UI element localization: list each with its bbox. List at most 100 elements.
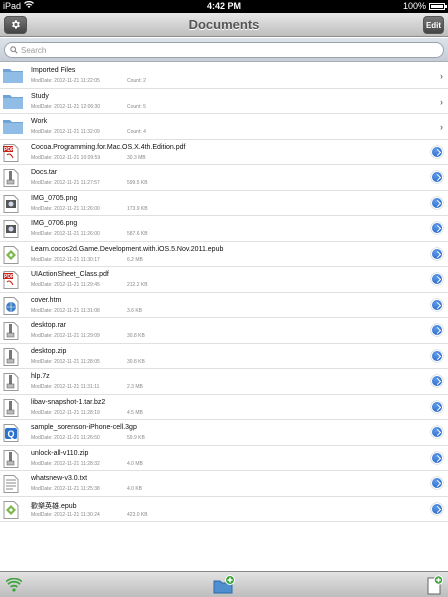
file-row[interactable]: 歡樂英雄.epub ModDate: 2012-11-21 11:30:24 423… [0, 497, 448, 522]
detail-disclosure-icon[interactable] [431, 477, 443, 489]
file-row[interactable]: IMG_0705.png ModDate: 2012-11-21 11:26:00… [0, 191, 448, 216]
file-size: 423.0 KB [127, 511, 148, 518]
detail-disclosure-icon[interactable] [431, 171, 443, 183]
folder-icon [3, 93, 23, 110]
folder-row[interactable]: Study ModDate: 2012-11-21 12:06:30 Count: … [0, 89, 448, 114]
file-row[interactable]: desktop.zip ModDate: 2012-11-21 11:28:05 3… [0, 344, 448, 369]
file-row[interactable]: IMG_0706.png ModDate: 2012-11-21 11:26:00… [0, 216, 448, 242]
file-size: Count: 2 [127, 78, 146, 84]
file-row[interactable]: whatsnew-v3.0.txt ModDate: 2012-11-21 11:… [0, 471, 448, 497]
file-name: hlp.7z [31, 373, 50, 380]
file-size: Count: 5 [127, 103, 146, 110]
new-file-icon[interactable] [427, 575, 444, 595]
file-meta: ModDate: 2012-11-21 11:32:09 Count: 4 [31, 129, 146, 135]
detail-disclosure-icon[interactable] [431, 400, 443, 413]
detail-disclosure-icon[interactable] [431, 502, 443, 515]
detail-disclosure-icon[interactable] [431, 298, 443, 311]
chevron-right-icon: › [440, 122, 443, 132]
folder-row[interactable]: Work ModDate: 2012-11-21 11:32:09 Count: 4… [0, 114, 448, 140]
detail-disclosure-icon[interactable] [431, 324, 443, 336]
folder-icon [3, 118, 23, 135]
modified-date: ModDate: 2012-11-21 11:26:00 [31, 205, 100, 212]
file-size: 599.5 KB [127, 180, 148, 186]
modified-date: ModDate: 2012-11-21 11:31:11 [31, 384, 100, 390]
file-meta: ModDate: 2012-11-21 11:31:11 2.3 MB [31, 384, 143, 390]
file-name: desktop.rar [31, 322, 67, 329]
file-name: Study [31, 92, 49, 100]
video-icon: Q [3, 424, 21, 442]
wifi-icon[interactable] [5, 577, 23, 592]
file-name: IMG_0705.png [31, 194, 78, 202]
file-size: 212.2 KB [127, 282, 148, 288]
archive-icon [3, 322, 21, 340]
search-icon [10, 41, 18, 59]
file-size: 30.3 MB [127, 154, 146, 161]
file-row[interactable]: Qsample_sorenson-iPhone-cell.3gp ModDate:… [0, 420, 448, 446]
modified-date: ModDate: 2012-11-21 11:28:32 [31, 460, 100, 467]
file-meta: ModDate: 2012-11-21 11:27:57 599.5 KB [31, 180, 148, 186]
file-name: IMG_0706.png [31, 220, 78, 227]
chevron-right-icon: › [440, 71, 443, 81]
file-name: Docs.tar [31, 169, 58, 176]
file-size: 6.2 MB [127, 256, 143, 263]
file-name: cover.htm [31, 296, 62, 304]
edit-button[interactable]: Edit [423, 16, 444, 34]
modified-date: ModDate: 2012-11-21 11:26:00 [31, 231, 100, 237]
detail-disclosure-icon[interactable] [431, 247, 443, 260]
modified-date: ModDate: 2012-11-21 11:22:05 [31, 78, 100, 84]
file-list: Imported Files ModDate: 2012-11-21 11:22:… [0, 63, 448, 522]
status-time: 4:42 PM [206, 1, 241, 11]
new-folder-icon[interactable] [213, 575, 235, 595]
modified-date: ModDate: 2012-11-21 12:06:30 [31, 103, 101, 110]
page-title: Documents [188, 17, 260, 32]
file-row[interactable]: unlock-all-v110.zip ModDate: 2012-11-21 1… [0, 446, 448, 471]
detail-disclosure-icon[interactable] [431, 375, 443, 387]
file-row[interactable]: Docs.tar ModDate: 2012-11-21 11:27:57 599.… [0, 165, 448, 191]
file-size: 2.3 MB [127, 384, 143, 390]
image-icon [3, 194, 21, 213]
detail-disclosure-icon[interactable] [431, 222, 443, 234]
svg-text:Q: Q [8, 429, 15, 439]
epub-icon [3, 245, 21, 264]
archive-icon [3, 449, 21, 468]
file-row[interactable]: Learn.cocos2d.Game.Development.with.iOS.… [0, 242, 448, 267]
file-size: 30.8 KB [127, 358, 145, 365]
file-meta: ModDate: 2012-11-21 11:28:32 4.0 MB [31, 460, 143, 467]
file-row[interactable]: libav-snapshot-1.tar.bz2 ModDate: 2012-11… [0, 395, 448, 420]
file-name: Cocoa.Programming.for.Mac.OS.X.4th.Editi… [31, 143, 186, 151]
modified-date: ModDate: 2012-11-21 11:30:17 [31, 256, 100, 263]
file-size: 4.5 MB [127, 409, 143, 416]
detail-disclosure-icon[interactable] [431, 426, 443, 438]
modified-date: ModDate: 2012-11-21 11:29:09 [31, 333, 100, 339]
file-meta: ModDate: 2012-11-21 11:22:05 Count: 2 [31, 78, 146, 84]
detail-disclosure-icon[interactable] [431, 451, 443, 464]
detail-disclosure-icon[interactable] [431, 349, 443, 362]
status-bar: iPad 4:42 PM 100% [0, 0, 448, 13]
file-row[interactable]: hlp.7z ModDate: 2012-11-21 11:31:11 2.3 MB [0, 369, 448, 395]
chevron-right-icon: › [440, 96, 443, 107]
search-input[interactable] [21, 45, 443, 55]
modified-date: ModDate: 2012-11-21 11:28:19 [31, 409, 100, 416]
modified-date: ModDate: 2012-11-21 11:29:45 [31, 282, 100, 288]
detail-disclosure-icon[interactable] [431, 273, 443, 285]
file-row[interactable]: PDF UIActionSheet_Class.pdf ModDate: 2012-… [0, 267, 448, 293]
file-row[interactable]: cover.htm ModDate: 2012-11-21 11:31:08 3.6… [0, 293, 448, 318]
file-meta: ModDate: 2012-11-21 11:29:09 30.8 KB [31, 333, 145, 339]
file-meta: ModDate: 2012-11-21 11:31:08 3.6 KB [31, 308, 142, 314]
folder-row[interactable]: Imported Files ModDate: 2012-11-21 11:22:… [0, 63, 448, 89]
navigation-bar: Documents Edit [0, 13, 448, 37]
file-name: whatsnew-v3.0.txt [31, 475, 88, 482]
file-meta: ModDate: 2012-11-21 11:26:00 587.6 KB [31, 231, 148, 237]
search-field[interactable] [4, 42, 444, 58]
file-size: 3.6 KB [127, 307, 143, 314]
file-meta: ModDate: 2012-11-21 11:30:17 6.2 MB [31, 256, 143, 263]
file-row[interactable]: desktop.rar ModDate: 2012-11-21 11:29:09 3… [0, 318, 448, 344]
file-name: desktop.zip [31, 347, 67, 355]
detail-disclosure-icon[interactable] [431, 196, 443, 209]
file-meta: ModDate: 2012-11-21 11:25:38 4.0 KB [31, 486, 142, 492]
file-meta: ModDate: 2012-11-21 11:29:45 212.2 KB [31, 282, 148, 288]
file-size: 4.0 KB [127, 486, 143, 492]
detail-disclosure-icon[interactable] [431, 145, 443, 158]
file-meta: ModDate: 2012-11-21 11:28:19 4.5 MB [31, 409, 143, 416]
file-row[interactable]: PDF Cocoa.Programming.for.Mac.OS.X.4th.Ed… [0, 140, 448, 165]
